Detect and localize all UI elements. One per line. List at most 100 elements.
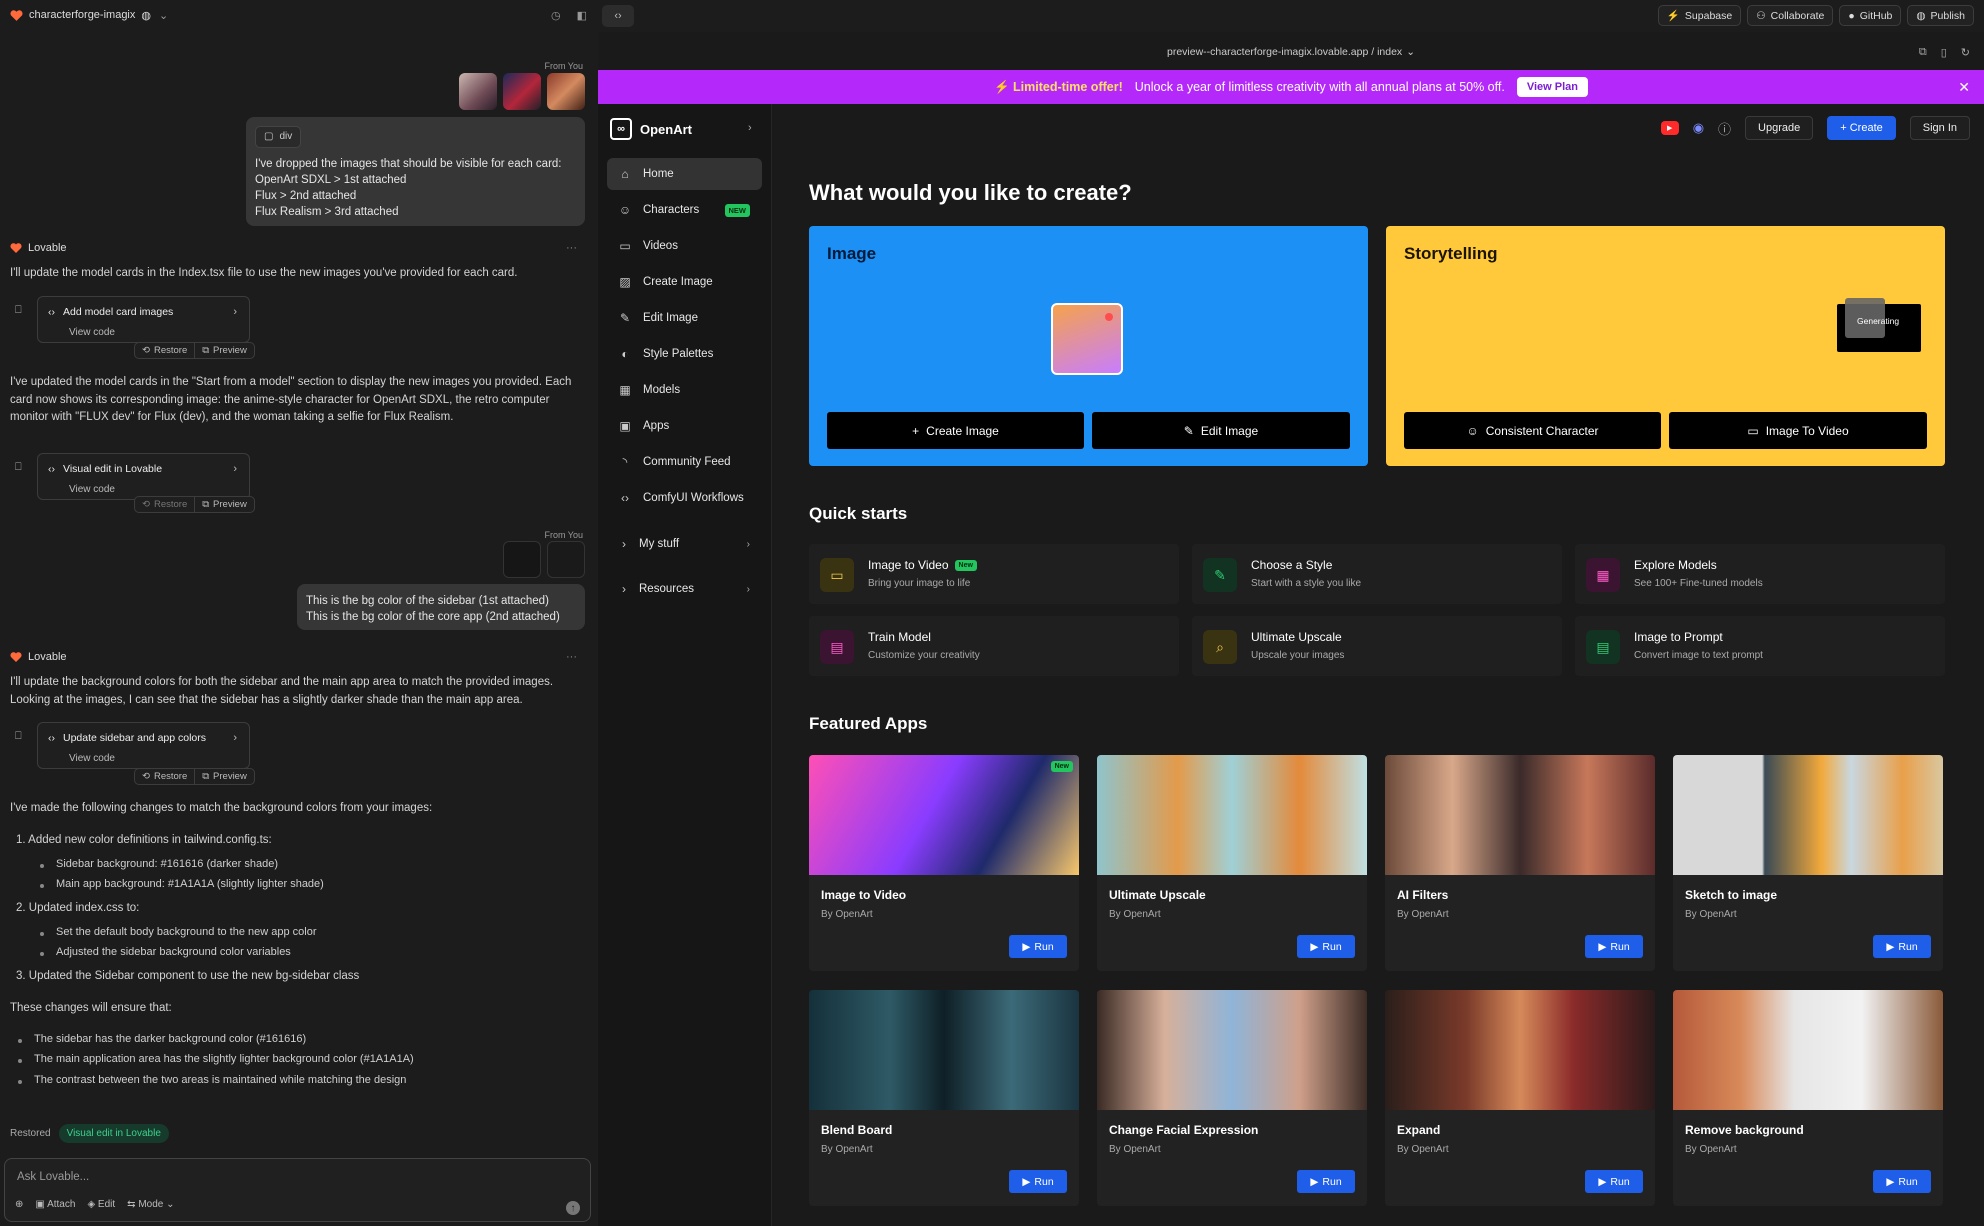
app-card[interactable]: Expand By OpenArt ▶ Run <box>1385 990 1655 1206</box>
supabase-button[interactable]: ⚡ Supabase <box>1657 5 1742 26</box>
app-card[interactable]: Blend Board By OpenArt ▶ Run <box>809 990 1079 1206</box>
mode-dropdown[interactable]: ⇆ Mode ⌄ <box>127 1199 174 1210</box>
sidebar-item-videos[interactable]: ▭ Videos <box>607 230 762 262</box>
sidebar-item-community-feed[interactable]: ◝ Community Feed <box>607 446 762 478</box>
url-text[interactable]: preview--characterforge-imagix.lovable.a… <box>1167 46 1402 58</box>
more-options-icon[interactable]: ··· <box>566 651 577 663</box>
attached-thumbnail[interactable] <box>547 541 585 578</box>
publish-button[interactable]: ◍ Publish <box>1907 5 1974 26</box>
mobile-view-icon[interactable]: ▯ <box>1941 46 1947 59</box>
create-button[interactable]: + Create <box>1827 116 1896 140</box>
preview-button[interactable]: ⧉ Preview <box>195 769 254 784</box>
restored-chip[interactable]: Visual edit in Lovable <box>58 1124 169 1143</box>
attach-button[interactable]: ▣ Attach <box>35 1199 75 1210</box>
github-button[interactable]: ● GitHub <box>1839 5 1902 26</box>
run-button[interactable]: ▶ Run <box>1873 935 1931 958</box>
quick-start-card[interactable]: ▤ Image to Prompt Convert image to text pr… <box>1575 616 1945 676</box>
edit-image-button[interactable]: ✎ Edit Image <box>1092 412 1350 449</box>
preview-button[interactable]: ⧉ Preview <box>195 343 254 358</box>
bookmark-icon[interactable]: ⎕ <box>15 461 27 474</box>
sidebar-item-characters[interactable]: ☺ Characters NEW <box>607 194 762 226</box>
collaborate-button[interactable]: ⚇ Collaborate <box>1747 5 1834 26</box>
run-button[interactable]: ▶ Run <box>1585 935 1643 958</box>
quick-start-card[interactable]: ▦ Explore Models See 100+ Fine-tuned model… <box>1575 544 1945 604</box>
code-change-card[interactable]: ‹› Add model card images View code › <box>37 296 250 343</box>
card-title: Storytelling <box>1404 244 1498 263</box>
image-card[interactable]: Image + Create Image ✎ Edit Image <box>809 226 1368 466</box>
element-tag[interactable]: ▢ div <box>255 126 302 148</box>
app-card[interactable]: AI Filters By OpenArt ▶ Run <box>1385 755 1655 971</box>
run-button[interactable]: ▶ Run <box>1585 1170 1643 1193</box>
sidebar-item-style-palettes[interactable]: ◐ Style Palettes <box>607 338 762 370</box>
send-icon[interactable]: ↑ <box>566 1201 580 1215</box>
chat-input[interactable]: Ask Lovable... <box>17 1171 89 1183</box>
code-toggle-icon[interactable]: ‹› <box>602 5 634 27</box>
app-card[interactable]: Ultimate Upscale By OpenArt ▶ Run <box>1097 755 1367 971</box>
restore-button[interactable]: ⟲ Restore <box>135 497 196 512</box>
run-button[interactable]: ▶ Run <box>1873 1170 1931 1193</box>
app-card[interactable]: Sketch to image By OpenArt ▶ Run <box>1673 755 1943 971</box>
restore-button[interactable]: ⟲ Restore <box>135 343 196 358</box>
app-card[interactable]: New Image to Video By OpenArt ▶ Run <box>809 755 1079 971</box>
sidebar-item-create-image[interactable]: ▨ Create Image <box>607 266 762 298</box>
attached-thumbnail[interactable] <box>459 73 497 110</box>
sidebar-item-comfyui-workflows[interactable]: ‹› ComfyUI Workflows <box>607 482 762 514</box>
attached-thumbnail[interactable] <box>503 73 541 110</box>
close-icon[interactable]: ✕ <box>1958 79 1970 96</box>
sidebar-group-resources[interactable]: › Resources › <box>607 573 762 605</box>
run-button[interactable]: ▶ Run <box>1297 1170 1355 1193</box>
history-icon[interactable]: ◷ <box>551 9 561 22</box>
view-code-link[interactable]: View code <box>69 327 115 338</box>
sidebar-toggle-icon[interactable]: ◧ <box>577 9 587 22</box>
help-icon[interactable]: ⓘ <box>1718 119 1731 138</box>
assistant-author: Lovable ··· <box>10 651 577 663</box>
chevron-right-icon: › <box>746 538 750 550</box>
image-to-video-button[interactable]: ▭ Image To Video <box>1669 412 1927 449</box>
discord-icon[interactable]: ◉ <box>1693 120 1704 136</box>
chevron-down-icon[interactable]: ⌄ <box>1406 46 1415 58</box>
bookmark-icon[interactable]: ⎕ <box>15 730 27 743</box>
run-button[interactable]: ▶ Run <box>1009 1170 1067 1193</box>
consistent-character-button[interactable]: ☺ Consistent Character <box>1404 412 1661 449</box>
external-link-icon[interactable]: ⧉ <box>1919 46 1927 59</box>
attached-thumbnail[interactable] <box>547 73 585 110</box>
collapse-icon[interactable]: › <box>748 122 752 134</box>
chevron-down-icon[interactable]: ⌄ <box>159 9 168 22</box>
openart-brand[interactable]: ∞ OpenArt <box>610 118 692 140</box>
sidebar-group-my-stuff[interactable]: › My stuff › <box>607 528 762 560</box>
sidebar-item-models[interactable]: ▦ Models <box>607 374 762 406</box>
view-plan-button[interactable]: View Plan <box>1516 77 1588 97</box>
quick-start-card[interactable]: ✎ Choose a Style Start with a style you li… <box>1192 544 1562 604</box>
upgrade-button[interactable]: Upgrade <box>1745 116 1814 140</box>
bookmark-icon[interactable]: ⎕ <box>15 304 27 317</box>
run-button[interactable]: ▶ Run <box>1009 935 1067 958</box>
quick-start-card[interactable]: ⌕ Ultimate Upscale Upscale your images <box>1192 616 1562 676</box>
app-card[interactable]: Change Facial Expression By OpenArt ▶ Run <box>1097 990 1367 1206</box>
create-image-button[interactable]: + Create Image <box>827 412 1084 449</box>
more-options-icon[interactable]: ··· <box>566 242 577 254</box>
message-line: Flux Realism > 3rd attached <box>255 206 399 218</box>
attached-thumbnail[interactable] <box>503 541 541 578</box>
sidebar-item-home[interactable]: ⌂ Home <box>607 158 762 190</box>
chat-input-box[interactable]: Ask Lovable... ⊕ ▣ Attach ◈ Edit ⇆ Mode … <box>4 1158 591 1222</box>
url-bar[interactable]: preview--characterforge-imagix.lovable.a… <box>598 36 1984 68</box>
code-change-card[interactable]: ‹› Update sidebar and app colors View cod… <box>37 722 250 769</box>
view-code-link[interactable]: View code <box>69 484 115 495</box>
code-change-card[interactable]: ‹› Visual edit in Lovable View code › <box>37 453 250 500</box>
storytelling-card[interactable]: Storytelling Generating ☺ Consistent Char… <box>1386 226 1945 466</box>
project-name[interactable]: characterforge-imagix <box>29 9 135 21</box>
sidebar-item-edit-image[interactable]: ✎ Edit Image <box>607 302 762 334</box>
preview-button[interactable]: ⧉ Preview <box>195 497 254 512</box>
restore-button[interactable]: ⟲ Restore <box>135 769 196 784</box>
youtube-icon[interactable]: ▶ <box>1660 121 1679 135</box>
sidebar-item-apps[interactable]: ▣ Apps <box>607 410 762 442</box>
quick-start-card[interactable]: ▤ Train Model Customize your creativity <box>809 616 1179 676</box>
refresh-icon[interactable]: ↻ <box>1961 46 1970 59</box>
run-button[interactable]: ▶ Run <box>1297 935 1355 958</box>
app-card[interactable]: Remove background By OpenArt ▶ Run <box>1673 990 1943 1206</box>
add-icon[interactable]: ⊕ <box>15 1199 23 1210</box>
view-code-link[interactable]: View code <box>69 753 115 764</box>
sign-in-button[interactable]: Sign In <box>1909 116 1970 140</box>
quick-start-card[interactable]: ▭ Image to Video New Bring your image to li… <box>809 544 1179 604</box>
edit-button[interactable]: ◈ Edit <box>87 1199 115 1210</box>
